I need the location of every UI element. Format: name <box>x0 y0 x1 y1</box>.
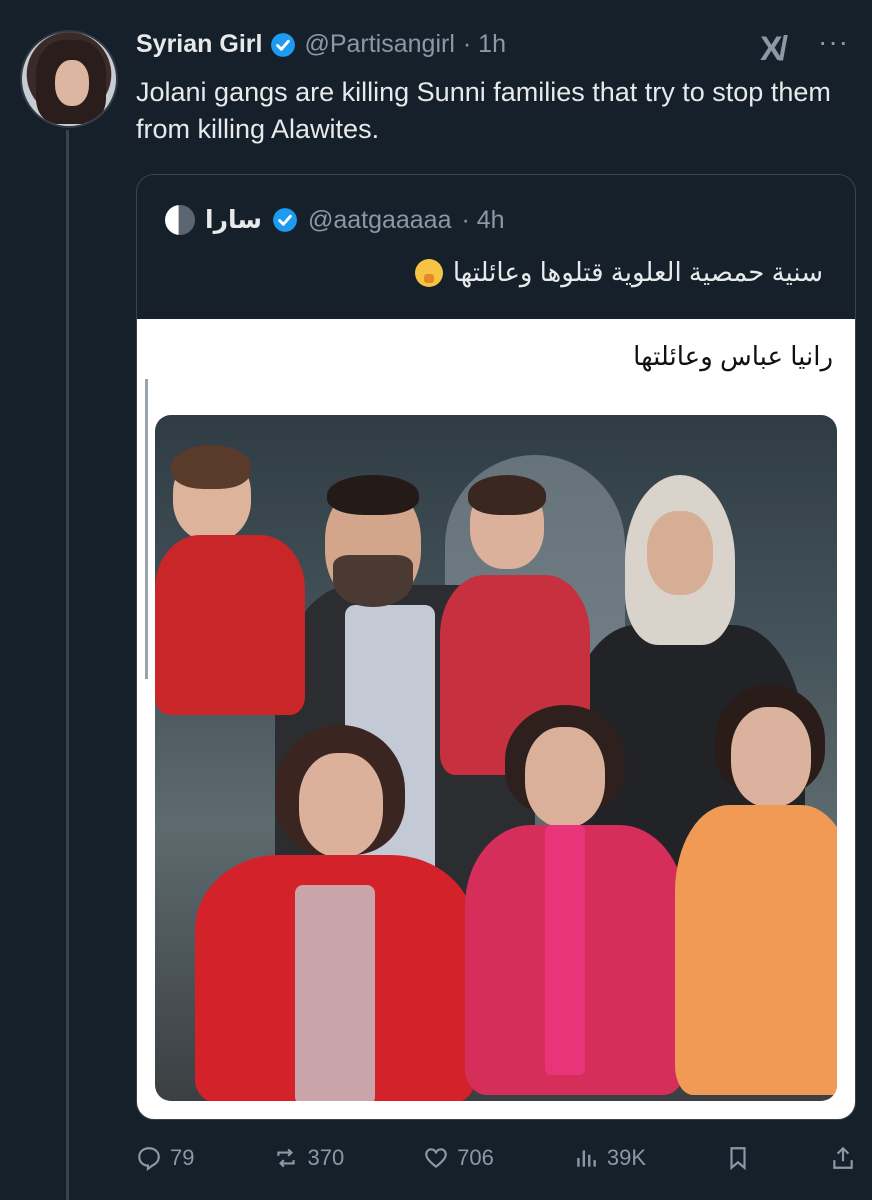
views-button[interactable]: 39K <box>573 1145 646 1171</box>
scroll-indicator <box>145 379 148 679</box>
quoted-author-display-name[interactable]: سارا <box>205 205 262 235</box>
quoted-tweet-text-row: سنية حمصية العلوية قتلوها وعائلتها <box>414 257 823 288</box>
verified-badge-icon <box>271 32 296 57</box>
like-button[interactable]: 706 <box>423 1145 494 1171</box>
share-button[interactable] <box>830 1145 856 1171</box>
repost-button[interactable]: 370 <box>273 1145 344 1171</box>
verified-badge-icon <box>273 208 297 232</box>
share-icon <box>833 1146 853 1169</box>
reply-icon <box>138 1147 160 1171</box>
bookmark-icon <box>730 1147 746 1171</box>
quoted-time[interactable]: · 4h <box>462 206 505 235</box>
quoted-tweet-header: سارا @aatgaaaaa · 4h <box>165 205 505 235</box>
tweet-time[interactable]: · 1h <box>463 30 506 59</box>
quoted-author-avatar[interactable] <box>165 205 195 235</box>
reply-button[interactable]: 79 <box>136 1145 194 1171</box>
tweet-actions: 79 370 706 39K <box>136 1138 856 1178</box>
media-caption: رانيا عباس وعائلتها <box>633 341 833 371</box>
repost-count: 370 <box>307 1145 345 1170</box>
views-count: 39K <box>606 1145 647 1170</box>
author-handle[interactable]: @Partisangirl <box>304 30 454 59</box>
tweet-text: Jolani gangs are killing Sunni families … <box>136 77 831 144</box>
grok-icon[interactable]: X/ <box>760 30 788 69</box>
quoted-media[interactable]: رانيا عباس وعائلتها <box>137 319 855 1119</box>
shushing-face-emoji-icon <box>414 258 443 287</box>
heart-icon <box>425 1148 448 1169</box>
more-icon[interactable]: ··· <box>818 26 849 58</box>
repost-icon <box>277 1148 296 1168</box>
quoted-author-handle[interactable]: @aatgaaaaa <box>308 206 452 235</box>
author-avatar[interactable] <box>20 30 118 128</box>
quoted-tweet-text: سنية حمصية العلوية قتلوها وعائلتها <box>452 257 823 287</box>
views-icon <box>577 1150 596 1167</box>
reply-count: 79 <box>170 1145 195 1170</box>
bookmark-button[interactable] <box>725 1145 751 1171</box>
like-count: 706 <box>457 1145 494 1170</box>
quoted-tweet[interactable]: سارا @aatgaaaaa · 4h سنية حمصية العلوية … <box>136 174 856 1120</box>
family-photo[interactable] <box>155 415 837 1101</box>
author-display-name[interactable]: Syrian Girl <box>136 30 262 59</box>
tweet-header: Syrian Girl @Partisangirl · 1h <box>136 30 506 59</box>
thread-line <box>66 130 69 1200</box>
